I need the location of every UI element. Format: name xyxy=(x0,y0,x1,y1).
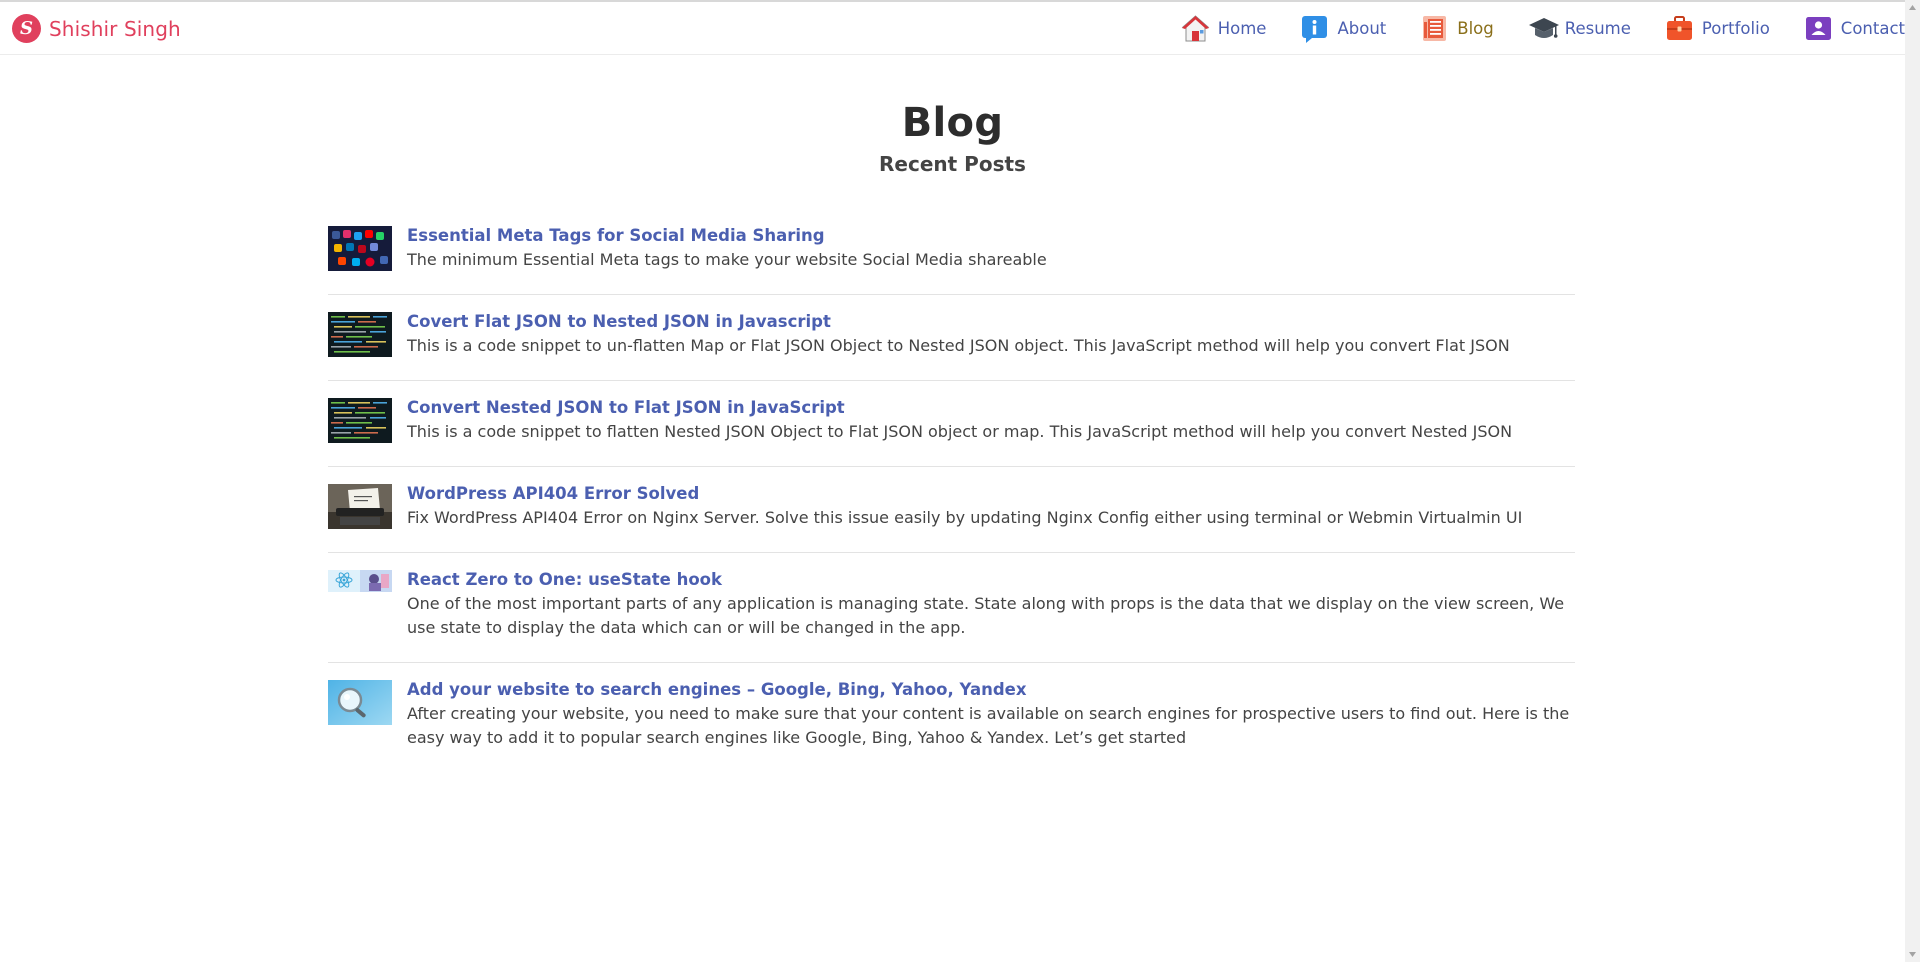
graduation-cap-icon xyxy=(1528,14,1559,43)
main-nav: Home About Blog Resume Portfolio Contact xyxy=(1147,14,1905,43)
typewriter-thumbnail[interactable] xyxy=(328,484,392,529)
post-body: Convert Nested JSON to Flat JSON in Java… xyxy=(407,397,1512,444)
post-item: Essential Meta Tags for Social Media Sha… xyxy=(328,209,1575,295)
nav-label-portfolio: Portfolio xyxy=(1701,19,1770,38)
post-title-link[interactable]: Convert Nested JSON to Flat JSON in Java… xyxy=(407,397,1512,419)
house-icon xyxy=(1181,14,1210,43)
navbar: S Shishir Singh Home About Blog Resume P… xyxy=(0,2,1905,55)
nav-item-contact[interactable]: Contact xyxy=(1804,14,1905,43)
post-title-link[interactable]: Covert Flat JSON to Nested JSON in Javas… xyxy=(407,311,1510,333)
brand-name: Shishir Singh xyxy=(49,16,181,41)
code-thumbnail[interactable] xyxy=(328,312,392,357)
vertical-scrollbar[interactable] xyxy=(1905,0,1920,962)
post-item: Convert Nested JSON to Flat JSON in Java… xyxy=(328,381,1575,467)
nav-label-blog: Blog xyxy=(1457,19,1494,38)
post-description: After creating your website, you need to… xyxy=(407,704,1570,747)
post-item: Add your website to search engines – Goo… xyxy=(328,663,1575,772)
post-list: Essential Meta Tags for Social Media Sha… xyxy=(328,209,1575,772)
post-item: Covert Flat JSON to Nested JSON in Javas… xyxy=(328,295,1575,381)
nav-item-blog[interactable]: Blog xyxy=(1420,14,1494,43)
post-title-link[interactable]: WordPress API404 Error Solved xyxy=(407,483,1522,505)
code-thumbnail[interactable] xyxy=(328,398,392,443)
page-subtitle: Recent Posts xyxy=(879,152,1026,176)
nav-label-home: Home xyxy=(1217,19,1267,38)
post-description: Fix WordPress API404 Error on Nginx Serv… xyxy=(407,508,1523,527)
brand-link[interactable]: S Shishir Singh xyxy=(12,14,181,43)
nav-label-about: About xyxy=(1337,19,1387,38)
post-description: The minimum Essential Meta tags to make … xyxy=(407,250,1047,269)
briefcase-icon xyxy=(1665,14,1694,43)
contact-card-icon xyxy=(1804,14,1833,43)
social-apps-thumbnail[interactable] xyxy=(328,226,392,271)
scroll-down-arrow-icon[interactable] xyxy=(1905,947,1920,962)
nav-label-contact: Contact xyxy=(1840,19,1905,38)
nav-item-home[interactable]: Home xyxy=(1181,14,1267,43)
magnifier-thumbnail[interactable] xyxy=(328,680,392,725)
brand-logo-icon: S xyxy=(12,14,41,43)
post-item: WordPress API404 Error Solved Fix WordPr… xyxy=(328,467,1575,553)
nav-label-resume: Resume xyxy=(1564,19,1631,38)
post-description: This is a code snippet to un-flatten Map… xyxy=(407,336,1510,355)
nav-item-resume[interactable]: Resume xyxy=(1528,14,1631,43)
post-title-link[interactable]: Essential Meta Tags for Social Media Sha… xyxy=(407,225,1047,247)
post-description: This is a code snippet to flatten Nested… xyxy=(407,422,1513,441)
info-icon xyxy=(1300,14,1329,43)
nav-item-portfolio[interactable]: Portfolio xyxy=(1665,14,1770,43)
post-body: WordPress API404 Error Solved Fix WordPr… xyxy=(407,483,1522,530)
post-title-link[interactable]: Add your website to search engines – Goo… xyxy=(407,679,1575,701)
newspaper-icon xyxy=(1420,14,1449,43)
post-body: React Zero to One: useState hook One of … xyxy=(407,569,1575,640)
post-item: React Zero to One: useState hook One of … xyxy=(328,553,1575,663)
nav-item-about[interactable]: About xyxy=(1300,14,1386,43)
post-body: Add your website to search engines – Goo… xyxy=(407,679,1575,750)
post-title-link[interactable]: React Zero to One: useState hook xyxy=(407,569,1575,591)
page-title: Blog xyxy=(901,100,1004,146)
post-description: One of the most important parts of any a… xyxy=(407,594,1565,637)
scroll-up-arrow-icon[interactable] xyxy=(1905,0,1920,15)
post-body: Essential Meta Tags for Social Media Sha… xyxy=(407,225,1047,272)
post-body: Covert Flat JSON to Nested JSON in Javas… xyxy=(407,311,1510,358)
react-thumbnail[interactable] xyxy=(328,570,392,615)
